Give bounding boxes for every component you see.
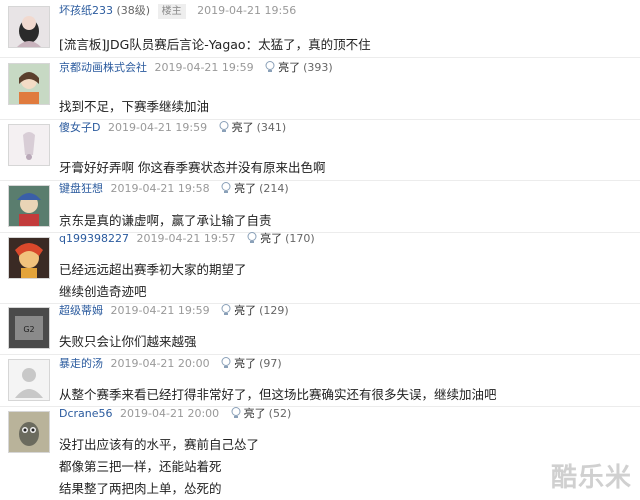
light-button[interactable]: 亮了 (97) — [221, 357, 282, 370]
username-link[interactable]: 暴走的汤 — [59, 357, 103, 370]
bulb-icon — [265, 61, 275, 72]
light-button[interactable]: 亮了 (52) — [231, 407, 292, 420]
post-time: 2019-04-21 19:59 — [154, 61, 254, 74]
light-button[interactable]: 亮了 (393) — [265, 61, 333, 74]
username-link[interactable]: 键盘狂想 — [59, 182, 103, 195]
light-label: 亮了 — [234, 182, 257, 195]
username-link[interactable]: Dcrane56 — [59, 407, 113, 420]
light-button[interactable]: 亮了 (129) — [221, 304, 289, 317]
post-line: 失败只会让你们越来越强 — [59, 334, 197, 349]
bulb-icon — [221, 304, 231, 315]
post-time: 2019-04-21 19:59 — [107, 121, 208, 134]
post-time: 2019-04-21 19:59 — [110, 304, 210, 317]
bulb-icon — [221, 357, 231, 368]
username-link[interactable]: 京都动画株式会社 — [59, 61, 147, 74]
light-button[interactable]: 亮了 (341) — [219, 121, 287, 134]
post-time: 2019-04-21 20:00 — [120, 407, 220, 420]
username-link[interactable]: 超级蒂姆 — [59, 304, 103, 317]
light-button[interactable]: 亮了 (170) — [247, 232, 315, 245]
divider — [0, 57, 640, 58]
post-line: 牙膏好好弄啊 你这春季赛状态并没有原来出色啊 — [59, 160, 326, 175]
post-line: 找到不足，下赛季继续加油 — [59, 99, 210, 114]
avatar[interactable] — [8, 6, 50, 48]
post-line: 没打出应该有的水平，赛前自己怂了 — [59, 437, 260, 452]
light-label: 亮了 — [234, 357, 257, 370]
avatar[interactable] — [8, 124, 50, 166]
owner-badge: 楼主 — [157, 4, 186, 19]
post-time: 2019-04-21 19:58 — [110, 182, 210, 195]
user-level: (38级) — [116, 4, 151, 17]
avatar[interactable] — [8, 411, 50, 453]
light-count: (170) — [285, 232, 315, 245]
post-time: 2019-04-21 19:57 — [136, 232, 236, 245]
username-link[interactable]: 坏孩纸233 — [59, 4, 113, 17]
avatar[interactable]: G2 — [8, 307, 50, 349]
light-count: (341) — [256, 121, 287, 134]
svg-text:G2: G2 — [23, 325, 34, 334]
bulb-icon — [219, 121, 229, 132]
post-time: 2019-04-21 20:00 — [110, 357, 210, 370]
avatar[interactable] — [8, 237, 50, 279]
post-line: 京东是真的谦虚啊，赢了承让输了自责 — [59, 213, 272, 228]
light-label: 亮了 — [234, 304, 257, 317]
post-line: [流言板]JDG队员赛后言论-Yagao：太猛了，真的顶不住 — [59, 37, 371, 52]
avatar[interactable] — [8, 359, 50, 401]
username-link[interactable]: q199398227 — [59, 232, 129, 245]
watermark: 酷乐米 — [550, 463, 632, 493]
light-button[interactable]: 亮了 (214) — [221, 182, 289, 195]
light-label: 亮了 — [278, 61, 301, 74]
post-line: 已经远远超出赛季初大家的期望了 — [59, 262, 247, 277]
light-count: (214) — [259, 182, 289, 195]
light-count: (393) — [303, 61, 333, 74]
avatar[interactable] — [8, 63, 50, 105]
light-count: (129) — [259, 304, 289, 317]
light-count: (52) — [268, 407, 292, 420]
light-label: 亮了 — [231, 121, 254, 134]
post-line: 都像第三把一样，还能站着死 — [59, 459, 222, 474]
light-label: 亮了 — [260, 232, 283, 245]
light-label: 亮了 — [243, 407, 266, 420]
avatar[interactable] — [8, 185, 50, 227]
post-line: 从整个赛季来看已经打得非常好了，但这场比赛确实还有很多失误，继续加油吧 — [59, 387, 497, 402]
username-link[interactable]: 傻女子D — [59, 121, 100, 134]
light-count: (97) — [259, 357, 282, 370]
bulb-icon — [231, 407, 241, 418]
post-line: 继续创造奇迹吧 — [59, 284, 147, 299]
bulb-icon — [247, 232, 257, 243]
bulb-icon — [221, 182, 231, 193]
post-time: 2019-04-21 19:56 — [197, 4, 297, 17]
